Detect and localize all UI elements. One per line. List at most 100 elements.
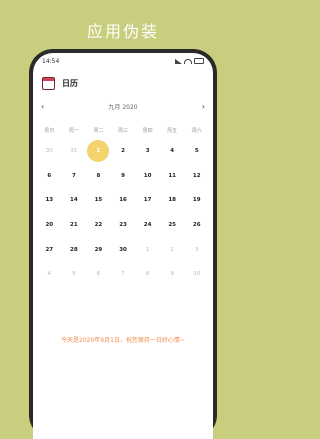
calendar-day-number: 31 [70, 148, 78, 155]
calendar-day-number: 9 [170, 271, 174, 278]
calendar-day[interactable]: 16 [111, 188, 136, 212]
calendar-week-row: 6 7 8 9 10 11 12 [33, 164, 213, 189]
calendar-grid: 30 31 1 2 3 4 5 6 7 8 9 10 11 12 13 14 15 16 17 18 19 20 21 22 2… [33, 139, 213, 287]
weekday-label: 周一 [68, 127, 79, 134]
calendar-day[interactable]: 31 [62, 139, 87, 163]
calendar-day[interactable]: 9 [111, 164, 136, 188]
calendar-day[interactable]: 8 [135, 262, 160, 286]
calendar-day[interactable]: 2 [160, 238, 185, 262]
weekday-label: 周五 [167, 127, 178, 134]
weekday-label: 周六 [191, 127, 202, 134]
calendar-week-row: 27 28 29 30 1 2 3 [33, 237, 213, 262]
calendar-day[interactable]: 6 [37, 164, 62, 188]
app-title: 日历 [62, 78, 78, 88]
battery-icon [194, 58, 204, 64]
calendar-day[interactable]: 2 [111, 139, 136, 163]
calendar-day[interactable]: 22 [86, 213, 111, 237]
calendar-day[interactable]: 6 [86, 262, 111, 286]
footer-message: 今天是2020年9月1日，祝您保持一日好心情~ [61, 337, 185, 344]
calendar-day[interactable]: 18 [160, 188, 185, 212]
status-icons [175, 58, 204, 64]
calendar-day[interactable]: 30 [37, 139, 62, 163]
calendar-day[interactable]: 20 [37, 213, 62, 237]
calendar-day-selected[interactable]: 1 [86, 139, 111, 163]
calendar-day[interactable]: 9 [160, 262, 185, 286]
calendar-app-icon [42, 76, 55, 90]
calendar-day[interactable]: 15 [86, 188, 111, 212]
prev-month-icon[interactable]: ‹ [41, 102, 44, 111]
phone-screen: 14:54 日历 ‹ 九月 2020 › 周日 周一 周二 周三 周四 周五 周六 30 31… [33, 53, 213, 439]
calendar-day[interactable]: 13 [37, 188, 62, 212]
calendar-day[interactable]: 17 [135, 188, 160, 212]
calendar-day-number: 22 [94, 222, 103, 229]
calendar-day[interactable]: 27 [37, 238, 62, 262]
calendar-day[interactable]: 3 [184, 238, 209, 262]
weekday-label: 周日 [44, 127, 55, 134]
calendar-day-number: 1 [96, 148, 101, 155]
calendar-day-number: 5 [194, 148, 199, 155]
calendar-day-number: 15 [94, 197, 103, 204]
calendar-day-number: 18 [168, 197, 176, 204]
calendar-day[interactable]: 5 [184, 139, 209, 163]
calendar-week-row: 20 21 22 23 24 25 26 [33, 213, 213, 238]
calendar-day-number: 6 [47, 172, 52, 179]
calendar-day-number: 9 [121, 172, 125, 179]
calendar-day-number: 30 [45, 148, 53, 155]
calendar-day-number: 12 [192, 172, 201, 179]
weekday-label: 周三 [118, 127, 129, 134]
calendar-day-number: 4 [170, 148, 175, 155]
calendar-day[interactable]: 12 [184, 164, 209, 188]
calendar-day-number: 5 [72, 271, 76, 278]
calendar-day-number: 28 [70, 246, 78, 253]
calendar-day[interactable]: 24 [135, 213, 160, 237]
page-headline: 应用伪装 [86, 22, 159, 41]
calendar-day[interactable]: 28 [62, 238, 87, 262]
calendar-day[interactable]: 21 [62, 213, 87, 237]
calendar-day[interactable]: 25 [160, 213, 185, 237]
month-nav: ‹ 九月 2020 › [33, 97, 213, 115]
calendar-day[interactable]: 7 [62, 164, 87, 188]
calendar-day-number: 7 [71, 172, 76, 179]
next-month-icon[interactable]: › [202, 102, 205, 111]
calendar-day-number: 29 [94, 246, 103, 253]
calendar-day-number: 6 [96, 271, 101, 278]
calendar-day[interactable]: 8 [86, 164, 111, 188]
status-bar: 14:54 [33, 53, 213, 69]
calendar-day[interactable]: 26 [184, 213, 209, 237]
calendar-day[interactable]: 10 [135, 164, 160, 188]
calendar-week-row: 13 14 15 16 17 18 19 [33, 188, 213, 213]
calendar-day[interactable]: 19 [184, 188, 209, 212]
calendar-day[interactable]: 23 [111, 213, 136, 237]
calendar-day[interactable]: 7 [111, 262, 136, 286]
calendar-day-number: 3 [195, 246, 199, 253]
calendar-day-number: 21 [70, 222, 78, 229]
calendar-day-number: 8 [96, 172, 101, 179]
calendar-day-number: 19 [192, 197, 201, 204]
calendar-day[interactable]: 14 [62, 188, 87, 212]
weekday-header: 周日 周一 周二 周三 周四 周五 周六 [33, 121, 213, 139]
calendar-day[interactable]: 10 [184, 262, 209, 286]
calendar-day-number: 23 [119, 222, 127, 229]
calendar-day-number: 16 [119, 197, 127, 204]
calendar-day-number: 10 [143, 172, 152, 179]
calendar-day-number: 1 [145, 246, 150, 253]
calendar-day[interactable]: 29 [86, 238, 111, 262]
calendar-day-number: 4 [47, 271, 52, 278]
calendar-day-number: 13 [45, 197, 54, 204]
calendar-day-number: 7 [121, 271, 125, 278]
calendar-day[interactable]: 5 [62, 262, 87, 286]
calendar-day[interactable]: 30 [111, 238, 136, 262]
calendar-day-number: 11 [168, 172, 176, 179]
calendar-day-number: 26 [192, 222, 201, 229]
calendar-day[interactable]: 4 [160, 139, 185, 163]
calendar-day-number: 3 [145, 148, 150, 155]
calendar-day[interactable]: 3 [135, 139, 160, 163]
month-label: 九月 2020 [108, 103, 138, 111]
weekday-label: 周二 [93, 127, 104, 134]
calendar-day[interactable]: 1 [135, 238, 160, 262]
calendar-day[interactable]: 4 [37, 262, 62, 286]
calendar-day-number: 10 [193, 271, 201, 278]
calendar-day-number: 2 [170, 246, 174, 253]
calendar-day-number: 17 [143, 197, 152, 204]
calendar-day[interactable]: 11 [160, 164, 185, 188]
